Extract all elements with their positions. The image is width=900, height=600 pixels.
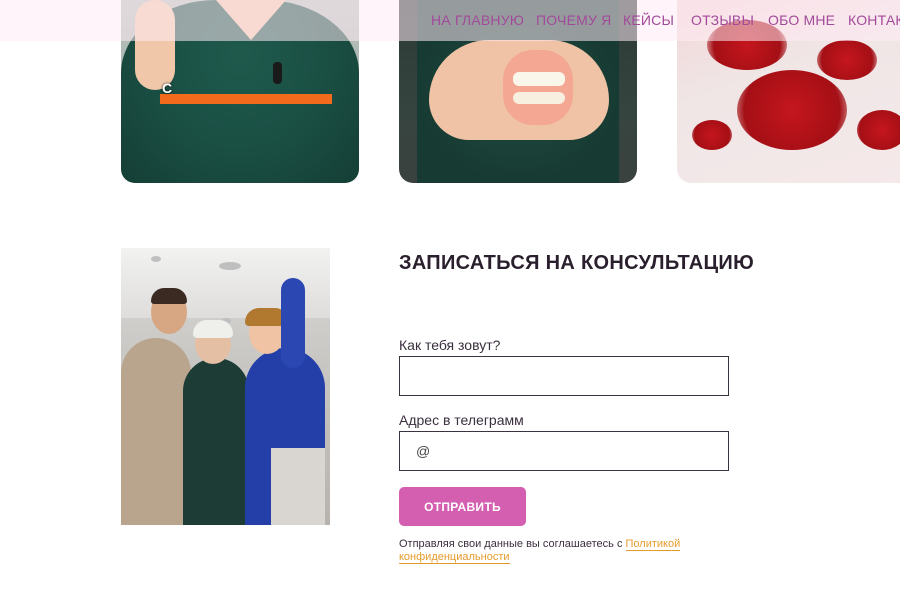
team-photo [121, 248, 330, 525]
submit-button[interactable]: ОТПРАВИТЬ [399, 487, 526, 526]
dental-model-lower-teeth [513, 92, 565, 104]
person-left-hair [151, 288, 187, 304]
consent-text: Отправляя свои данные вы соглашаетесь с [399, 538, 626, 550]
red-splatter [692, 120, 732, 150]
consent-note: Отправляя свои данные вы соглашаетесь с … [399, 538, 699, 564]
person-left [121, 338, 191, 525]
lapel-mic-icon [273, 62, 282, 84]
telegram-field-label: Адрес в телеграмм [399, 412, 524, 428]
ceiling-lamp [219, 262, 241, 270]
form-title: ЗАПИСАТЬСЯ НА КОНСУЛЬТАЦИЮ [399, 252, 755, 274]
person-center [183, 358, 249, 525]
video-caption-text: C [162, 80, 173, 96]
ceiling-lamp [151, 256, 161, 262]
top-nav: НА ГЛАВНУЮ ПОЧЕМУ Я КЕЙСЫ ОТЗЫВЫ ОБО МНЕ… [0, 0, 900, 41]
red-splatter [817, 40, 877, 80]
red-splatter [737, 70, 847, 150]
person-right-pants [271, 448, 325, 525]
telegram-input[interactable] [399, 431, 729, 471]
nav-item-cases[interactable]: КЕЙСЫ [623, 12, 674, 28]
dental-model [503, 50, 573, 125]
nav-item-why-me[interactable]: ПОЧЕМУ Я [536, 12, 611, 28]
nav-item-contacts[interactable]: КОНТАКТ [848, 12, 900, 28]
nav-item-reviews[interactable]: ОТЗЫВЫ [691, 12, 754, 28]
nav-item-home[interactable]: НА ГЛАВНУЮ [431, 12, 524, 28]
nav-item-about[interactable]: ОБО МНЕ [768, 12, 835, 28]
name-input[interactable] [399, 356, 729, 396]
red-splatter [857, 110, 900, 150]
dental-model-upper-teeth [513, 72, 565, 86]
name-field-label: Как тебя зовут? [399, 337, 501, 353]
person-right-raised-arm [281, 278, 305, 368]
video-caption-bar [160, 94, 332, 104]
person-center-hair [193, 320, 233, 338]
